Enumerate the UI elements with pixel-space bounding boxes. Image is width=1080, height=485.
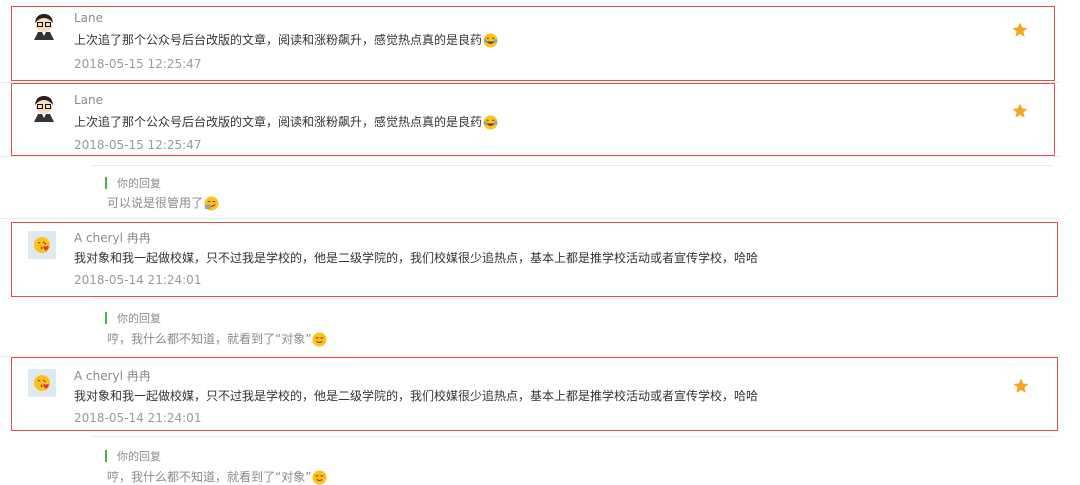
highlight-box [11, 6, 1055, 81]
reply-text: 可以说是很管用了 [107, 194, 219, 211]
reply-label: 你的回复 [117, 312, 161, 325]
reply-text: 哼，我什么都不知道，就看到了“对象” [107, 330, 327, 347]
sly-emoji-icon [312, 332, 327, 347]
divider [0, 156, 1060, 157]
highlight-box [11, 83, 1055, 156]
highlight-box [11, 222, 1058, 297]
reply-label: 你的回复 [117, 177, 161, 190]
reply-marker [105, 312, 107, 324]
divider [92, 436, 1054, 437]
divider [92, 165, 1054, 166]
smirk-emoji-icon [204, 196, 219, 211]
divider [92, 298, 1054, 299]
highlight-box [11, 357, 1058, 431]
reply-marker [105, 177, 107, 189]
sly-emoji-icon [312, 470, 327, 485]
reply-text: 哼，我什么都不知道，就看到了“对象” [107, 468, 327, 485]
reply-label: 你的回复 [117, 450, 161, 463]
divider [0, 218, 1060, 219]
reply-marker [105, 450, 107, 462]
